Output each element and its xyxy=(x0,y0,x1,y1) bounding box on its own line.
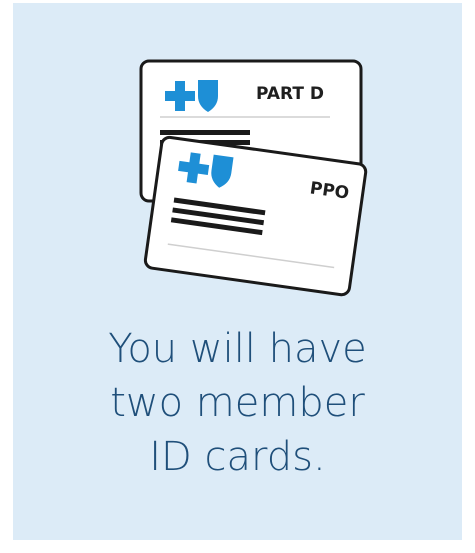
caption-line-1: You will have xyxy=(108,326,367,372)
caption-line-3: ID cards. xyxy=(149,434,326,480)
part-d-label: PART D xyxy=(256,84,324,104)
caption-text: You will have two member ID cards. xyxy=(13,322,462,484)
id-cards-illustration: PART D PPO xyxy=(139,59,368,297)
ppo-card: PPO xyxy=(143,135,368,297)
caption-line-2: two member xyxy=(110,380,365,426)
